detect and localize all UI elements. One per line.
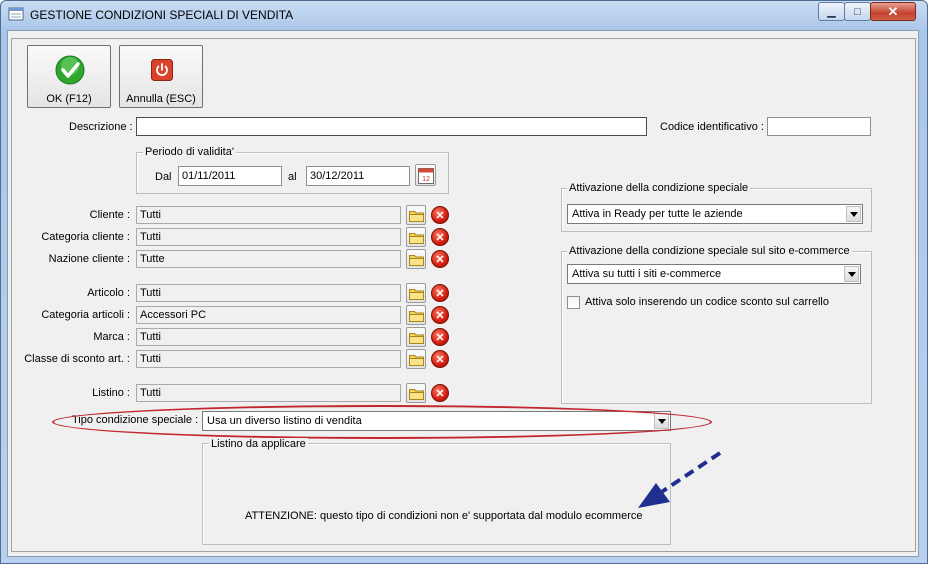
- categoria-articoli-label: Categoria articoli :: [41, 309, 130, 321]
- folder-icon: [409, 289, 424, 300]
- codice-sconto-checkbox[interactable]: [567, 296, 580, 309]
- cancel-button[interactable]: Annulla (ESC): [119, 45, 203, 108]
- periodo-validita-title: Periodo di validita': [143, 146, 236, 158]
- categoria-cliente-field[interactable]: Tutti: [136, 228, 401, 246]
- cliente-label: Cliente :: [89, 209, 130, 221]
- cliente-browse-button[interactable]: [406, 205, 426, 225]
- clear-x-icon: ✕: [435, 287, 445, 300]
- marca-browse-button[interactable]: [406, 327, 426, 347]
- attivazione-ecommerce-select-value: Attiva su tutti i siti e-commerce: [572, 268, 722, 280]
- attivazione-select-value: Attiva in Ready per tutte le aziende: [572, 208, 743, 220]
- ok-button-label: OK (F12): [46, 93, 92, 105]
- categoria-articoli-clear-button[interactable]: ✕: [431, 306, 449, 324]
- clear-x-icon: ✕: [435, 209, 445, 222]
- articolo-browse-button[interactable]: [406, 283, 426, 303]
- chevron-down-icon[interactable]: [846, 206, 861, 222]
- marca-field[interactable]: Tutti: [136, 328, 401, 346]
- attivazione-select[interactable]: Attiva in Ready per tutte le aziende: [567, 204, 863, 224]
- categoria-articoli-browse-button[interactable]: [406, 305, 426, 325]
- title-bar[interactable]: GESTIONE CONDIZIONI SPECIALI DI VENDITA …: [0, 0, 926, 28]
- classe-sconto-label: Classe di sconto art. :: [24, 353, 130, 365]
- articolo-field[interactable]: Tutti: [136, 284, 401, 302]
- categoria-articoli-field[interactable]: Accessori PC: [136, 306, 401, 324]
- codice-identificativo-input[interactable]: [767, 117, 871, 136]
- codice-sconto-checkbox-label[interactable]: Attiva solo inserendo un codice sconto s…: [585, 296, 829, 308]
- nazione-cliente-clear-button[interactable]: ✕: [431, 250, 449, 268]
- al-label: al: [288, 171, 297, 183]
- articolo-clear-button[interactable]: ✕: [431, 284, 449, 302]
- folder-icon: [409, 211, 424, 222]
- attivazione-ecommerce-select[interactable]: Attiva su tutti i siti e-commerce: [567, 264, 861, 284]
- al-date-input[interactable]: 30/12/2011: [306, 166, 410, 186]
- folder-icon: [409, 389, 424, 400]
- calendar-button[interactable]: 12: [415, 164, 436, 186]
- nazione-cliente-label: Nazione cliente :: [48, 253, 130, 265]
- annotation-arrow-icon: [638, 451, 722, 508]
- close-button[interactable]: ✕: [870, 2, 916, 21]
- folder-icon: [409, 355, 424, 366]
- listino-label: Listino :: [92, 387, 130, 399]
- clear-x-icon: ✕: [435, 231, 445, 244]
- attivazione-ecommerce-title: Attivazione della condizione speciale su…: [567, 245, 852, 257]
- listino-applicare-title: Listino da applicare: [209, 438, 308, 450]
- annotation-highlight-ellipse: [52, 405, 712, 439]
- maximize-button[interactable]: □: [844, 2, 871, 21]
- dal-label: Dal: [155, 171, 172, 183]
- clear-x-icon: ✕: [435, 253, 445, 266]
- descrizione-label: Descrizione :: [69, 121, 133, 133]
- cancel-button-label: Annulla (ESC): [126, 93, 196, 105]
- ecommerce-warning-text: ATTENZIONE: questo tipo di condizioni no…: [245, 510, 643, 522]
- chevron-down-icon[interactable]: [844, 266, 859, 282]
- categoria-cliente-browse-button[interactable]: [406, 227, 426, 247]
- articolo-label: Articolo :: [87, 287, 130, 299]
- nazione-cliente-browse-button[interactable]: [406, 249, 426, 269]
- cliente-clear-button[interactable]: ✕: [431, 206, 449, 224]
- classe-sconto-browse-button[interactable]: [406, 349, 426, 369]
- categoria-cliente-label: Categoria cliente :: [41, 231, 130, 243]
- minimize-button[interactable]: ▁: [818, 2, 845, 21]
- descrizione-input[interactable]: [136, 117, 647, 136]
- ok-button[interactable]: OK (F12): [27, 45, 111, 108]
- power-icon: [151, 59, 173, 81]
- categoria-cliente-clear-button[interactable]: ✕: [431, 228, 449, 246]
- clear-x-icon: ✕: [435, 353, 445, 366]
- nazione-cliente-field[interactable]: Tutte: [136, 250, 401, 268]
- folder-icon: [409, 311, 424, 322]
- cliente-field[interactable]: Tutti: [136, 206, 401, 224]
- folder-icon: [409, 333, 424, 344]
- clear-x-icon: ✕: [435, 387, 445, 400]
- folder-icon: [409, 255, 424, 266]
- attivazione-title: Attivazione della condizione speciale: [567, 182, 751, 194]
- clear-x-icon: ✕: [435, 331, 445, 344]
- listino-applicare-group: [202, 443, 671, 545]
- listino-clear-button[interactable]: ✕: [431, 384, 449, 402]
- marca-label: Marca :: [93, 331, 130, 343]
- listino-field[interactable]: Tutti: [136, 384, 401, 402]
- app-window-icon: [8, 6, 24, 22]
- classe-sconto-field[interactable]: Tutti: [136, 350, 401, 368]
- dal-date-input[interactable]: 01/11/2011: [178, 166, 282, 186]
- clear-x-icon: ✕: [435, 309, 445, 322]
- classe-sconto-clear-button[interactable]: ✕: [431, 350, 449, 368]
- listino-browse-button[interactable]: [406, 383, 426, 403]
- marca-clear-button[interactable]: ✕: [431, 328, 449, 346]
- calendar-day-text: 12: [422, 176, 430, 183]
- calendar-icon: 12: [418, 168, 434, 184]
- checkmark-icon: [55, 55, 85, 85]
- codice-identificativo-label: Codice identificativo :: [660, 121, 764, 133]
- folder-icon: [409, 233, 424, 244]
- window-title: GESTIONE CONDIZIONI SPECIALI DI VENDITA: [30, 8, 294, 22]
